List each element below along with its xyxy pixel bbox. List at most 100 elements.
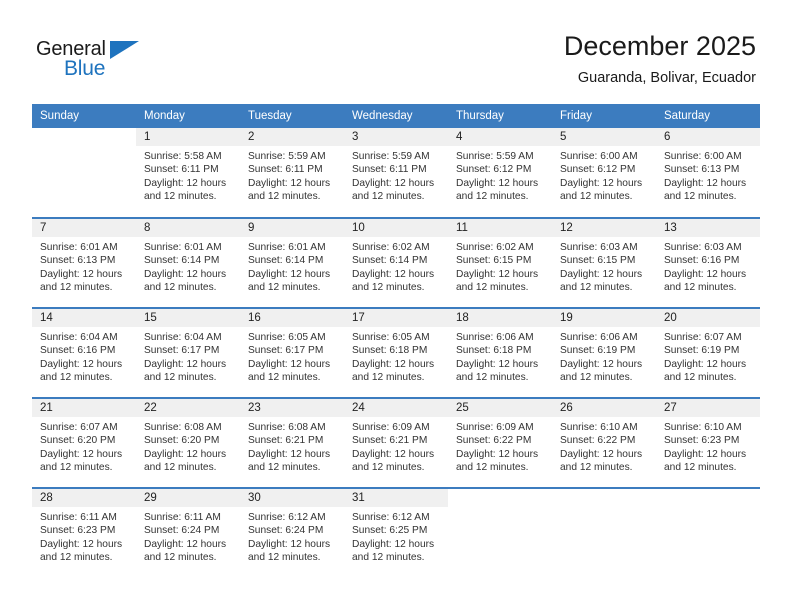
day-detail-daylight-b: and 12 minutes. <box>456 281 529 293</box>
day-detail-sunrise: Sunrise: 6:09 AM <box>352 422 430 433</box>
day-details: Sunrise: 6:09 AM Sunset: 6:21 PM Daylight:… <box>344 417 448 474</box>
calendar-day-cell[interactable]: 4 Sunrise: 5:59 AM Sunset: 6:12 PM Daylight… <box>448 128 552 218</box>
calendar-day-cell[interactable]: 5 Sunrise: 6:00 AM Sunset: 6:12 PM Daylight… <box>552 128 656 218</box>
day-detail-sunrise: Sunrise: 6:00 AM <box>664 151 742 162</box>
day-detail-sunrise: Sunrise: 6:09 AM <box>456 422 534 433</box>
day-detail-daylight-a: Daylight: 12 hours <box>144 448 227 460</box>
day-number: 18 <box>448 309 552 327</box>
calendar-page: General Blue December 2025 Guaranda, Bol… <box>0 0 792 612</box>
calendar-day-cell[interactable]: 15 Sunrise: 6:04 AM Sunset: 6:17 PM Dayligh… <box>136 307 240 398</box>
day-detail-daylight-a: Daylight: 12 hours <box>248 358 331 370</box>
day-detail-daylight-b: and 12 minutes. <box>248 190 321 202</box>
calendar-day-cell[interactable]: 21 Sunrise: 6:07 AM Sunset: 6:20 PM Dayligh… <box>32 397 136 488</box>
calendar-day-cell[interactable]: 24 Sunrise: 6:09 AM Sunset: 6:21 PM Dayligh… <box>344 397 448 488</box>
calendar-day-cell[interactable]: 7 Sunrise: 6:01 AM Sunset: 6:13 PM Daylight… <box>32 217 136 308</box>
day-detail-sunset: Sunset: 6:11 PM <box>248 164 323 176</box>
calendar-day-cell[interactable]: 2 Sunrise: 5:59 AM Sunset: 6:11 PM Daylight… <box>240 128 344 218</box>
day-detail-sunset: Sunset: 6:21 PM <box>352 435 428 447</box>
day-detail-daylight-a: Daylight: 12 hours <box>248 448 331 460</box>
day-detail-sunset: Sunset: 6:17 PM <box>248 345 324 357</box>
calendar-day-cell[interactable]: 29 Sunrise: 6:11 AM Sunset: 6:24 PM Dayligh… <box>136 487 240 578</box>
day-number: 11 <box>448 219 552 237</box>
calendar-day-cell[interactable]: 16 Sunrise: 6:05 AM Sunset: 6:17 PM Dayligh… <box>240 307 344 398</box>
calendar-day-cell[interactable]: 12 Sunrise: 6:03 AM Sunset: 6:15 PM Dayligh… <box>552 217 656 308</box>
day-detail-daylight-a: Daylight: 12 hours <box>352 177 435 189</box>
calendar-day-cell[interactable]: 25 Sunrise: 6:09 AM Sunset: 6:22 PM Dayligh… <box>448 397 552 488</box>
day-details: Sunrise: 5:58 AM Sunset: 6:11 PM Daylight:… <box>136 146 240 203</box>
day-number: 3 <box>344 128 448 146</box>
day-detail-sunrise: Sunrise: 6:04 AM <box>144 332 222 343</box>
day-detail-daylight-b: and 12 minutes. <box>144 190 217 202</box>
day-number: 15 <box>136 309 240 327</box>
calendar-day-cell[interactable]: 20 Sunrise: 6:07 AM Sunset: 6:19 PM Dayligh… <box>656 307 760 398</box>
day-detail-daylight-b: and 12 minutes. <box>352 371 425 383</box>
page-header: General Blue December 2025 Guaranda, Bol… <box>0 0 792 100</box>
day-number: 9 <box>240 219 344 237</box>
day-number: 19 <box>552 309 656 327</box>
day-detail-daylight-b: and 12 minutes. <box>40 371 113 383</box>
calendar-day-cell[interactable]: 13 Sunrise: 6:03 AM Sunset: 6:16 PM Dayligh… <box>656 217 760 308</box>
triangle-icon <box>110 41 139 59</box>
day-detail-sunset: Sunset: 6:19 PM <box>560 345 636 357</box>
calendar-day-cell[interactable]: 3 Sunrise: 5:59 AM Sunset: 6:11 PM Daylight… <box>344 128 448 218</box>
weekday-header-saturday: Saturday <box>656 104 760 128</box>
calendar-grid: Sunday Monday Tuesday Wednesday Thursday… <box>32 104 760 578</box>
calendar-day-cell[interactable]: 23 Sunrise: 6:08 AM Sunset: 6:21 PM Dayligh… <box>240 397 344 488</box>
day-detail-sunrise: Sunrise: 6:07 AM <box>40 422 118 433</box>
calendar-day-cell[interactable]: 17 Sunrise: 6:05 AM Sunset: 6:18 PM Dayligh… <box>344 307 448 398</box>
calendar-day-cell[interactable]: 8 Sunrise: 6:01 AM Sunset: 6:14 PM Daylight… <box>136 217 240 308</box>
day-detail-sunset: Sunset: 6:25 PM <box>352 525 428 537</box>
day-detail-daylight-a: Daylight: 12 hours <box>560 358 643 370</box>
calendar-day-cell[interactable]: 31 Sunrise: 6:12 AM Sunset: 6:25 PM Dayligh… <box>344 487 448 578</box>
day-detail-sunset: Sunset: 6:20 PM <box>40 435 116 447</box>
calendar-day-cell <box>448 487 552 578</box>
brand-logo[interactable]: General Blue <box>36 38 156 84</box>
day-detail-sunrise: Sunrise: 6:07 AM <box>664 332 742 343</box>
day-detail-sunset: Sunset: 6:16 PM <box>664 255 740 267</box>
day-detail-sunrise: Sunrise: 6:03 AM <box>664 242 742 253</box>
day-details: Sunrise: 6:11 AM Sunset: 6:23 PM Daylight:… <box>32 507 136 564</box>
calendar-day-cell[interactable]: 22 Sunrise: 6:08 AM Sunset: 6:20 PM Dayligh… <box>136 397 240 488</box>
day-detail-daylight-a: Daylight: 12 hours <box>248 177 331 189</box>
day-number: 2 <box>240 128 344 146</box>
calendar-day-cell[interactable]: 11 Sunrise: 6:02 AM Sunset: 6:15 PM Dayligh… <box>448 217 552 308</box>
day-detail-daylight-a: Daylight: 12 hours <box>664 268 747 280</box>
calendar-day-cell[interactable]: 10 Sunrise: 6:02 AM Sunset: 6:14 PM Dayligh… <box>344 217 448 308</box>
day-number: 4 <box>448 128 552 146</box>
day-number: 20 <box>656 309 760 327</box>
calendar-day-cell[interactable]: 26 Sunrise: 6:10 AM Sunset: 6:22 PM Dayligh… <box>552 397 656 488</box>
day-details: Sunrise: 6:06 AM Sunset: 6:18 PM Daylight:… <box>448 327 552 384</box>
calendar-day-cell[interactable]: 6 Sunrise: 6:00 AM Sunset: 6:13 PM Daylight… <box>656 128 760 218</box>
calendar-day-cell[interactable]: 9 Sunrise: 6:01 AM Sunset: 6:14 PM Daylight… <box>240 217 344 308</box>
day-number <box>656 489 760 507</box>
day-number <box>552 489 656 507</box>
calendar-day-cell[interactable]: 27 Sunrise: 6:10 AM Sunset: 6:23 PM Dayligh… <box>656 397 760 488</box>
day-details: Sunrise: 6:00 AM Sunset: 6:12 PM Daylight:… <box>552 146 656 203</box>
day-details: Sunrise: 6:03 AM Sunset: 6:15 PM Daylight:… <box>552 237 656 294</box>
day-detail-daylight-b: and 12 minutes. <box>144 461 217 473</box>
day-detail-daylight-b: and 12 minutes. <box>352 190 425 202</box>
day-detail-sunrise: Sunrise: 6:08 AM <box>144 422 222 433</box>
day-details: Sunrise: 6:02 AM Sunset: 6:15 PM Daylight:… <box>448 237 552 294</box>
day-number: 26 <box>552 399 656 417</box>
day-number: 5 <box>552 128 656 146</box>
day-number: 22 <box>136 399 240 417</box>
calendar-day-cell[interactable]: 14 Sunrise: 6:04 AM Sunset: 6:16 PM Dayligh… <box>32 307 136 398</box>
day-detail-daylight-b: and 12 minutes. <box>664 190 737 202</box>
day-number <box>32 128 136 146</box>
calendar-day-cell[interactable]: 19 Sunrise: 6:06 AM Sunset: 6:19 PM Dayligh… <box>552 307 656 398</box>
day-number: 29 <box>136 489 240 507</box>
day-detail-daylight-b: and 12 minutes. <box>40 281 113 293</box>
day-detail-daylight-a: Daylight: 12 hours <box>456 448 539 460</box>
day-details: Sunrise: 6:01 AM Sunset: 6:13 PM Daylight:… <box>32 237 136 294</box>
day-detail-sunrise: Sunrise: 6:11 AM <box>40 512 117 523</box>
day-detail-sunrise: Sunrise: 6:08 AM <box>248 422 326 433</box>
day-detail-daylight-b: and 12 minutes. <box>560 281 633 293</box>
day-detail-daylight-b: and 12 minutes. <box>248 551 321 563</box>
calendar-day-cell[interactable]: 28 Sunrise: 6:11 AM Sunset: 6:23 PM Dayligh… <box>32 487 136 578</box>
day-detail-daylight-a: Daylight: 12 hours <box>456 177 539 189</box>
calendar-day-cell[interactable]: 30 Sunrise: 6:12 AM Sunset: 6:24 PM Dayligh… <box>240 487 344 578</box>
calendar-day-cell[interactable]: 1 Sunrise: 5:58 AM Sunset: 6:11 PM Daylight… <box>136 128 240 218</box>
day-detail-daylight-b: and 12 minutes. <box>40 461 113 473</box>
calendar-day-cell[interactable]: 18 Sunrise: 6:06 AM Sunset: 6:18 PM Dayligh… <box>448 307 552 398</box>
